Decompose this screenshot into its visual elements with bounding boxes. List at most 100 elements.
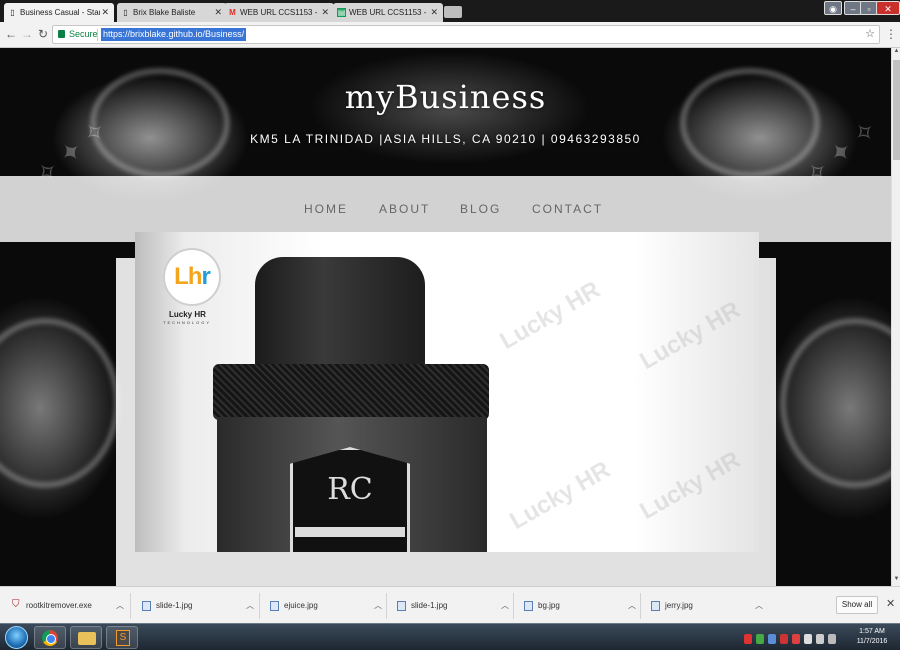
vertical-scrollbar[interactable]: ▲ ▼ bbox=[891, 48, 900, 586]
product-image: Lucky HR Lucky HR Lucky HR Lucky HR Lhr … bbox=[135, 232, 759, 552]
smoke-decoration bbox=[0, 318, 120, 488]
scroll-up-arrow-icon[interactable]: ▲ bbox=[892, 48, 900, 58]
flag-icon[interactable] bbox=[804, 634, 812, 644]
close-icon[interactable]: ✕ bbox=[430, 3, 438, 22]
windows-taskbar: S 1:57 AM 11/7/2016 bbox=[0, 623, 900, 650]
bookmark-star-icon[interactable]: ☆ bbox=[865, 26, 875, 43]
tray-app-icon[interactable] bbox=[744, 634, 752, 644]
chrome-menu-icon[interactable]: ⋮ bbox=[885, 27, 897, 41]
secure-label: Secure bbox=[69, 29, 98, 39]
back-icon[interactable]: ← bbox=[4, 27, 18, 41]
scroll-thumb[interactable] bbox=[893, 60, 900, 160]
gmail-icon: M bbox=[229, 8, 236, 17]
image-watermark: Lucky HR bbox=[495, 276, 605, 355]
reload-icon[interactable]: ↻ bbox=[36, 27, 50, 41]
chevron-up-icon[interactable]: ︿ bbox=[501, 596, 509, 616]
close-icon[interactable]: ✕ bbox=[101, 3, 109, 22]
close-window-button[interactable]: ✕ bbox=[876, 1, 900, 15]
tray-app-icon[interactable] bbox=[792, 634, 800, 644]
download-filename: slide-1.jpg bbox=[411, 601, 448, 610]
tab-title: Business Casual - Start B bbox=[20, 8, 100, 17]
download-filename: slide-1.jpg bbox=[156, 601, 193, 610]
lock-icon bbox=[58, 30, 65, 38]
download-item[interactable]: bg.jpg ︿ bbox=[516, 596, 636, 616]
volume-icon[interactable] bbox=[828, 634, 836, 644]
tab-strip: ▯ Business Casual - Start B ✕ ▯ Brix Bla… bbox=[0, 0, 900, 22]
folder-icon bbox=[78, 632, 96, 645]
page-icon: ▯ bbox=[10, 8, 15, 17]
browser-tab-4[interactable]: ▤ WEB URL CCS1153 - Goo ✕ bbox=[333, 3, 443, 22]
chevron-up-icon[interactable]: ︿ bbox=[374, 596, 382, 616]
chevron-up-icon[interactable]: ︿ bbox=[628, 596, 636, 616]
sheets-icon: ▤ bbox=[337, 8, 346, 17]
chevron-up-icon[interactable]: ︿ bbox=[116, 596, 124, 616]
taskbar-explorer[interactable] bbox=[70, 626, 102, 649]
logo-letter: L bbox=[174, 263, 189, 290]
tray-app-icon[interactable] bbox=[756, 634, 764, 644]
download-shelf: ⛉ rootkitremover.exe ︿ slide-1.jpg ︿ eju… bbox=[0, 586, 900, 623]
address-bar[interactable]: Secure https://brixblake.github.io/Busin… bbox=[52, 25, 880, 44]
image-file-icon bbox=[142, 601, 151, 611]
site-address: KM5 LA TRINIDAD |ASIA HILLS, CA 90210 | … bbox=[250, 132, 641, 146]
nav-contact[interactable]: CONTACT bbox=[532, 202, 603, 216]
tray-shield-icon[interactable] bbox=[780, 634, 788, 644]
url-text[interactable]: https://brixblake.github.io/Business/ bbox=[101, 28, 247, 41]
tank-knurled-ring bbox=[213, 364, 489, 420]
user-icon[interactable]: ◉ bbox=[824, 1, 842, 15]
image-file-icon bbox=[270, 601, 279, 611]
download-item[interactable]: ⛉ rootkitremover.exe ︿ bbox=[4, 596, 124, 616]
clock-time: 1:57 AM bbox=[859, 628, 885, 635]
browser-tab-2[interactable]: ▯ Brix Blake Baliste ✕ bbox=[117, 3, 227, 22]
download-filename: jerry.jpg bbox=[665, 601, 693, 610]
nav-home[interactable]: HOME bbox=[304, 202, 348, 216]
taskbar-sublime[interactable]: S bbox=[106, 626, 138, 649]
divider bbox=[259, 593, 260, 619]
close-icon[interactable]: ✕ bbox=[214, 3, 222, 22]
image-file-icon bbox=[651, 601, 660, 611]
chevron-up-icon[interactable]: ︿ bbox=[755, 596, 763, 616]
download-item[interactable]: ejuice.jpg ︿ bbox=[262, 596, 382, 616]
divider bbox=[513, 593, 514, 619]
show-all-button[interactable]: Show all bbox=[836, 596, 878, 614]
divider bbox=[97, 29, 98, 41]
page-icon: ▯ bbox=[123, 8, 128, 17]
tank-stripe bbox=[295, 527, 405, 537]
divider bbox=[386, 593, 387, 619]
network-icon[interactable] bbox=[816, 634, 824, 644]
logo-letter: h bbox=[187, 263, 203, 290]
close-icon[interactable]: ✕ bbox=[321, 3, 329, 22]
scroll-down-arrow-icon[interactable]: ▼ bbox=[892, 576, 900, 586]
image-file-icon bbox=[397, 601, 406, 611]
tray-app-icon[interactable] bbox=[768, 634, 776, 644]
logo-name: Lucky HR bbox=[169, 310, 206, 319]
download-filename: ejuice.jpg bbox=[284, 601, 318, 610]
download-item[interactable]: slide-1.jpg ︿ bbox=[134, 596, 254, 616]
close-icon[interactable]: ✕ bbox=[886, 597, 895, 610]
download-item[interactable]: jerry.jpg ︿ bbox=[643, 596, 763, 616]
system-tray bbox=[744, 631, 844, 645]
tab-title: Brix Blake Baliste bbox=[133, 8, 196, 17]
logo-subtitle: TECHNOLOGY bbox=[163, 320, 212, 325]
image-file-icon bbox=[524, 601, 533, 611]
start-button[interactable] bbox=[5, 626, 28, 649]
image-watermark: Lucky HR bbox=[635, 296, 745, 375]
browser-toolbar: ← → ↻ Secure https://brixblake.github.io… bbox=[0, 22, 900, 48]
smoke-decoration bbox=[780, 318, 891, 488]
nav-about[interactable]: ABOUT bbox=[379, 202, 430, 216]
download-item[interactable]: slide-1.jpg ︿ bbox=[389, 596, 509, 616]
browser-tab-1[interactable]: ▯ Business Casual - Start B ✕ bbox=[4, 3, 114, 22]
taskbar-chrome[interactable] bbox=[34, 626, 66, 649]
image-watermark: Lucky HR bbox=[635, 446, 745, 525]
new-tab-button[interactable] bbox=[444, 6, 462, 18]
sublime-text-icon: S bbox=[116, 630, 130, 646]
chevron-up-icon[interactable]: ︿ bbox=[246, 596, 254, 616]
taskbar-clock[interactable]: 1:57 AM 11/7/2016 bbox=[850, 627, 894, 647]
logo-letter: r bbox=[201, 263, 211, 290]
divider bbox=[640, 593, 641, 619]
tab-title: WEB URL CCS1153 - Goo bbox=[349, 8, 429, 17]
shield-icon: ⛉ bbox=[12, 599, 20, 610]
nav-blog[interactable]: BLOG bbox=[460, 202, 501, 216]
forward-icon[interactable]: → bbox=[20, 27, 34, 41]
browser-tab-3[interactable]: M WEB URL CCS1153 - Inb ✕ bbox=[224, 3, 334, 22]
site-title: myBusiness bbox=[344, 78, 547, 116]
